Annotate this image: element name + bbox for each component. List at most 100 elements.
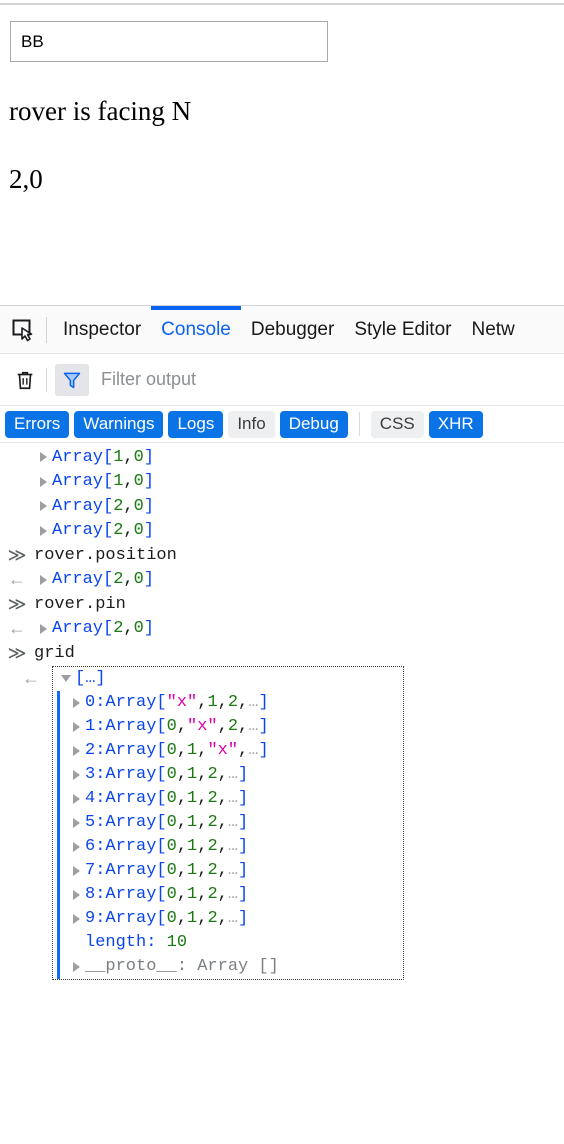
console-output-row[interactable]: ← Array [ 2, 0 ] — [0, 568, 564, 593]
length-key: length: — [85, 933, 157, 952]
bracket-close: ] — [258, 741, 269, 760]
chevron-right-icon[interactable] — [67, 841, 85, 852]
array-index-row[interactable]: 4: Array [ 0, 1, 2, … ] — [53, 786, 403, 811]
array-item: … — [227, 885, 239, 904]
funnel-icon[interactable] — [55, 363, 89, 396]
chevron-right-icon[interactable] — [67, 745, 85, 756]
devtools-panel: Inspector Console Debugger Style Editor … — [0, 305, 564, 1144]
object-header-row[interactable]: […] — [53, 667, 403, 691]
array-index-row[interactable]: 6: Array [ 0, 1, 2, … ] — [53, 834, 403, 859]
array-item: 2 — [227, 717, 239, 736]
chevron-right-icon[interactable] — [67, 793, 85, 804]
console-log-row[interactable]: Array [ 2, 0 ] — [0, 519, 564, 544]
separator: , — [123, 570, 134, 590]
chevron-right-icon[interactable] — [34, 452, 52, 463]
array-index-row[interactable]: 8: Array [ 0, 1, 2, … ] — [53, 882, 403, 907]
console-log-row[interactable]: Array [ 1, 0 ] — [0, 445, 564, 470]
separator: , — [176, 837, 188, 856]
chevron-right-icon[interactable] — [34, 623, 52, 634]
array-label: Array — [105, 717, 157, 736]
array-item: "x" — [207, 741, 239, 760]
bracket-close: ] — [238, 861, 249, 880]
separator: , — [197, 885, 208, 904]
command-input[interactable] — [10, 21, 328, 62]
bracket-open: [ — [156, 765, 167, 784]
chevron-right-icon[interactable] — [34, 574, 52, 585]
filter-warnings[interactable]: Warnings — [74, 410, 164, 438]
element-picker-icon[interactable] — [0, 307, 46, 353]
array-index-row[interactable]: 7: Array [ 0, 1, 2, … ] — [53, 858, 403, 883]
console-input-row[interactable]: ≫ grid — [0, 641, 564, 666]
trash-icon[interactable] — [8, 363, 42, 397]
separator: , — [176, 717, 188, 736]
separator: , — [176, 741, 188, 760]
row-gutter — [0, 447, 34, 468]
array-index-row[interactable]: 1: Array [ 0, "x", 2, … ] — [53, 714, 403, 739]
console-input-row[interactable]: ≫ rover.pin — [0, 592, 564, 617]
chevron-right-icon[interactable] — [67, 721, 85, 732]
chevron-right-icon[interactable] — [67, 865, 85, 876]
array-item: 2 — [207, 909, 218, 928]
tab-console[interactable]: Console — [151, 306, 241, 353]
array-item: 2 — [113, 570, 124, 590]
array-item: 0 — [133, 496, 144, 516]
filter-xhr[interactable]: XHR — [428, 410, 483, 438]
bracket-close: ] — [143, 619, 155, 639]
proto-label: __proto__: Array [] — [85, 957, 279, 976]
tab-network[interactable]: Netw — [461, 306, 524, 353]
array-index-row[interactable]: 3: Array [ 0, 1, 2, … ] — [53, 762, 403, 787]
console-input-text: rover.pin — [34, 594, 126, 614]
console-output[interactable]: Array [ 1, 0 ] Array [ 1, 0 ] Array [ 2,… — [0, 443, 564, 1143]
bracket-open: [ — [156, 909, 167, 928]
separator: , — [123, 496, 134, 516]
filter-errors[interactable]: Errors — [5, 410, 70, 438]
filter-info[interactable]: Info — [228, 410, 275, 438]
chevron-right-icon[interactable] — [34, 476, 52, 487]
chevron-right-icon[interactable] — [67, 769, 85, 780]
input-chevron-icon: ≫ — [7, 593, 27, 614]
chevron-down-icon[interactable] — [57, 675, 75, 682]
console-input-row[interactable]: ≫ rover.position — [0, 543, 564, 568]
length-space — [156, 933, 166, 952]
separator: , — [238, 693, 249, 712]
array-item: 1 — [187, 885, 198, 904]
array-index-row[interactable]: 5: Array [ 0, 1, 2, … ] — [53, 810, 403, 835]
chevron-right-icon[interactable] — [67, 889, 85, 900]
chevron-right-icon[interactable] — [34, 525, 52, 536]
chevron-right-icon[interactable] — [34, 501, 52, 512]
array-index-row[interactable]: 0: Array [ "x", 1, 2, … ] — [53, 690, 403, 715]
chevron-right-icon[interactable] — [67, 961, 85, 972]
console-log-row[interactable]: Array [ 1, 0 ] — [0, 470, 564, 495]
chevron-right-icon[interactable] — [67, 697, 85, 708]
array-label: Array — [105, 765, 157, 784]
filter-logs[interactable]: Logs — [168, 410, 224, 438]
console-output-row[interactable]: ← Array [ 2, 0 ] — [0, 617, 564, 642]
array-label: Array — [105, 693, 157, 712]
filter-css[interactable]: CSS — [370, 410, 424, 438]
tab-style-editor[interactable]: Style Editor — [344, 306, 461, 353]
bracket-open: [ — [156, 789, 167, 808]
tab-debugger[interactable]: Debugger — [241, 306, 344, 353]
array-index-row[interactable]: 9: Array [ 0, 1, 2, … ] — [53, 906, 403, 931]
chevron-right-icon[interactable] — [67, 817, 85, 828]
array-index-label: 7: — [85, 861, 106, 880]
array-item: 1 — [187, 837, 198, 856]
bracket-open: [ — [156, 837, 167, 856]
output-arrow-icon: ← — [8, 618, 26, 639]
array-item: … — [227, 765, 239, 784]
array-item: 1 — [187, 813, 198, 832]
console-log-row[interactable]: Array [ 2, 0 ] — [0, 494, 564, 519]
array-item: 0 — [166, 765, 177, 784]
array-proto-row[interactable]: __proto__: Array [] — [53, 954, 403, 979]
filter-debug[interactable]: Debug — [279, 410, 348, 438]
tab-inspector[interactable]: Inspector — [53, 306, 151, 353]
expanded-array-box[interactable]: […] 0: Array [ "x", 1, 2, … ] 1: Array [ … — [52, 665, 404, 980]
input-chevron-icon: ≫ — [7, 544, 27, 565]
array-label: Array — [105, 885, 157, 904]
chevron-right-icon[interactable] — [67, 913, 85, 924]
array-index-label: 3: — [85, 765, 106, 784]
array-item: 2 — [207, 765, 218, 784]
filter-input[interactable] — [99, 362, 564, 397]
array-index-row[interactable]: 2: Array [ 0, 1, "x", … ] — [53, 738, 403, 763]
filter-divider — [358, 412, 360, 436]
